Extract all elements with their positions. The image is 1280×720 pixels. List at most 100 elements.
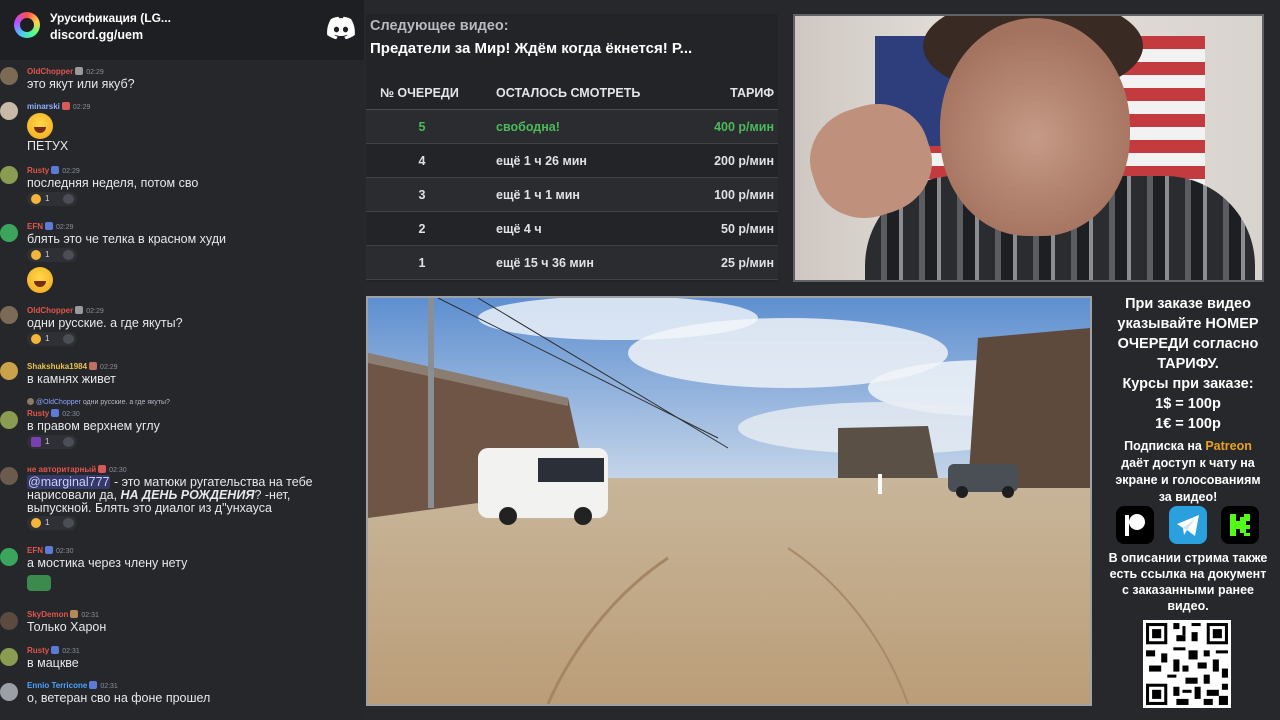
message-author: Rusty <box>27 166 50 175</box>
info-panel: При заказе видео указывайте НОМЕР ОЧЕРЕД… <box>1096 290 1280 720</box>
queue-time-left: ещё 1 ч 26 мин <box>496 153 587 168</box>
queue-number: 3 <box>418 187 426 202</box>
role-badge-icon <box>70 610 79 618</box>
person-face <box>940 18 1130 236</box>
message-text: выпускной. Блять это диалог из д"унхауса <box>27 501 272 515</box>
add-reaction-icon[interactable] <box>63 518 74 528</box>
message-text: в камнях живет <box>27 372 116 386</box>
reaction-chip[interactable]: 1 <box>27 192 77 206</box>
queue-time-left: свободна! <box>496 119 560 134</box>
discord-icon <box>327 16 355 40</box>
message-text: это якут или якуб? <box>27 77 135 91</box>
message-author: Ennio Terricone <box>27 681 88 690</box>
server-invite: discord.gg/uem <box>50 28 144 42</box>
user-avatar <box>0 306 18 324</box>
user-avatar <box>0 648 18 666</box>
user-mention[interactable]: @marginal777 <box>27 475 111 489</box>
role-badge-icon <box>45 222 53 230</box>
queue-time-left: ещё 1 ч 1 мин <box>496 187 580 202</box>
role-badge-icon <box>51 166 60 174</box>
message-author-row: minarski 02:29 <box>27 102 90 111</box>
role-badge-icon <box>45 546 53 554</box>
message-time: 02:29 <box>86 308 104 315</box>
message-text: а мостика через члену нету <box>27 556 188 570</box>
message-author-row: EFN 02:30 <box>27 546 74 555</box>
reaction-chip[interactable]: 1 <box>27 248 77 262</box>
queue-row: 1 ещё 15 ч 36 мин 25 р/мин <box>366 246 778 280</box>
add-reaction-icon[interactable] <box>63 437 74 447</box>
reply-author: @OldChopper <box>36 399 81 406</box>
queue-number: 2 <box>418 221 426 236</box>
order-text-line: При заказе видео <box>1125 296 1251 312</box>
message-author-row: Rusty 02:31 <box>27 646 80 655</box>
video-queue-panel: Следующее видео: Предатели за Мир! Ждём … <box>366 14 778 282</box>
message-text: в мацкве <box>27 656 79 670</box>
subscription-prefix: Подписка на <box>1124 439 1206 453</box>
server-name: Урусификация (LG... <box>50 11 171 25</box>
queue-time-left: ещё 4 ч <box>496 221 542 236</box>
video-player[interactable] <box>366 296 1092 706</box>
add-reaction-icon[interactable] <box>63 194 74 204</box>
message-text: Только Харон <box>27 620 107 634</box>
queue-rate: 100 р/мин <box>714 187 774 202</box>
stream-overlay: Урусификация (LG... discord.gg/uem OldCh… <box>0 0 1280 720</box>
queue-rate: 50 р/мин <box>721 221 774 236</box>
laughing-emoji-icon <box>31 194 41 204</box>
message-text: о, ветеран сво на фоне прошел <box>27 691 211 705</box>
kick-icon[interactable] <box>1221 506 1259 544</box>
user-avatar <box>0 683 18 701</box>
queue-rate: 400 р/мин <box>714 119 774 134</box>
message-author-row: Ennio Terricone 02:31 <box>27 681 118 690</box>
add-reaction-icon[interactable] <box>63 250 74 260</box>
reaction-count: 1 <box>45 250 50 259</box>
header-rate: ТАРИФ <box>730 85 774 100</box>
message-text-line: @marginal777 - это матюки ругательства н… <box>27 475 313 489</box>
message-author: не авторитарный <box>27 465 97 474</box>
next-video-label: Следующее видео: <box>370 18 509 34</box>
user-avatar <box>0 548 18 566</box>
subscription-line: за видео! <box>1158 490 1218 504</box>
qr-code-icon[interactable] <box>1143 620 1231 708</box>
header-queue-number: № ОЧЕРЕДИ <box>380 85 459 100</box>
header-time-left: ОСТАЛОСЬ СМОТРЕТЬ <box>496 85 641 100</box>
message-time: 02:29 <box>100 364 118 371</box>
user-avatar <box>0 224 18 242</box>
add-reaction-icon[interactable] <box>63 334 74 344</box>
reaction-count: 1 <box>45 194 50 203</box>
message-author-row: SkyDemon 02:31 <box>27 610 99 619</box>
order-text-line: ОЧЕРЕДИ согласно <box>1117 336 1259 352</box>
user-avatar <box>0 67 18 85</box>
message-author: Shakshuka1984 <box>27 362 88 371</box>
message-time: 02:29 <box>56 224 74 231</box>
patreon-icon[interactable] <box>1116 506 1154 544</box>
message-author: OldChopper <box>27 306 74 315</box>
queue-table-header: № ОЧЕРЕДИ ОСТАЛОСЬ СМОТРЕТЬ ТАРИФ <box>366 76 778 110</box>
role-badge-icon <box>51 646 60 654</box>
reaction-chip[interactable]: 1 <box>27 516 77 530</box>
message-time: 02:29 <box>62 168 80 175</box>
queue-row: 5 свободна! 400 р/мин <box>366 110 778 144</box>
subscription-info: Подписка на Patreon даёт доступ к чату н… <box>1096 438 1280 506</box>
user-avatar <box>0 166 18 184</box>
laughing-emoji-icon <box>27 267 53 293</box>
message-author-row: EFN 02:29 <box>27 222 74 231</box>
order-instructions: При заказе видео указывайте НОМЕР ОЧЕРЕД… <box>1096 294 1280 374</box>
eur-rate: 1€ = 100р <box>1155 416 1221 432</box>
message-author-row: не авторитарный 02:30 <box>27 465 127 474</box>
reaction-chip[interactable]: 1 <box>27 332 77 346</box>
usd-rate: 1$ = 100р <box>1155 396 1221 412</box>
message-text: ПЕТУХ <box>27 139 69 153</box>
patreon-link[interactable]: Patreon <box>1205 439 1252 453</box>
telegram-icon[interactable] <box>1169 506 1207 544</box>
role-badge-icon <box>89 362 98 370</box>
queue-row: 3 ещё 1 ч 1 мин 100 р/мин <box>366 178 778 212</box>
queue-time-left: ещё 15 ч 36 мин <box>496 255 594 270</box>
discord-chat-panel: Урусификация (LG... discord.gg/uem OldCh… <box>0 0 364 720</box>
order-text-line: указывайте НОМЕР <box>1117 316 1259 332</box>
rates-title: Курсы при заказе: <box>1122 376 1254 392</box>
reply-preview[interactable]: @OldChopper одни русские. а где якуты? <box>27 398 170 406</box>
queue-number: 1 <box>418 255 426 270</box>
user-avatar <box>0 411 18 429</box>
message-text-line: нарисовали да, НА ДЕНЬ РОЖДЕНИЯ? -нет, <box>27 488 290 502</box>
reaction-chip[interactable]: 1 <box>27 435 77 449</box>
